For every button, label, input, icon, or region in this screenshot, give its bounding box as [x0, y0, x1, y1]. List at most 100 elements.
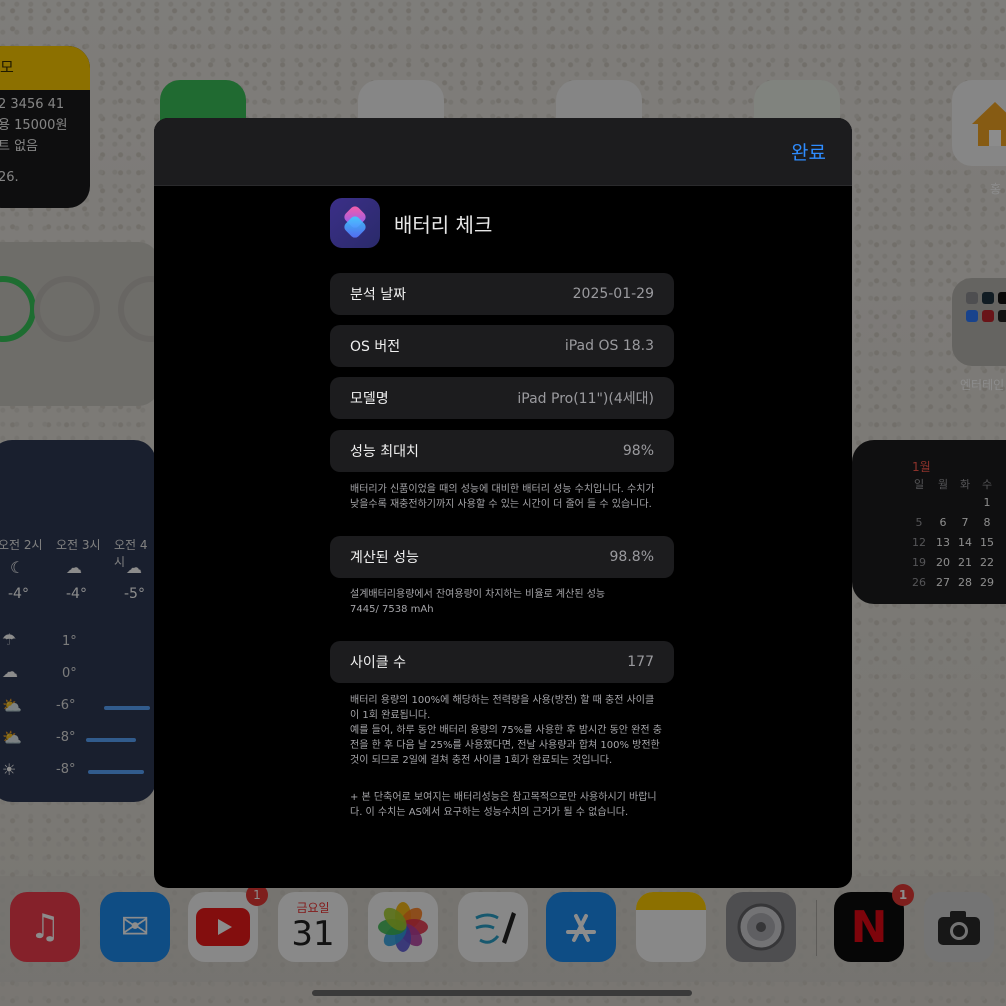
folder-label: 엔터테인	[960, 378, 1005, 392]
calendar-date: 6	[939, 516, 947, 529]
app-store-icon[interactable]	[546, 892, 616, 962]
camera-app-icon[interactable]	[924, 892, 994, 962]
notification-badge: 1	[892, 884, 914, 906]
settings-app-icon[interactable]	[726, 892, 796, 962]
calendar-weekday: 수	[981, 478, 993, 491]
calendar-date: 26	[912, 576, 926, 589]
mail-app-icon[interactable]: ✉	[100, 892, 170, 962]
row-key: 분석 날짜	[350, 287, 406, 303]
folder-app-mini	[966, 292, 978, 304]
photos-flower-icon	[378, 902, 428, 952]
music-app-icon[interactable]: ♫	[10, 892, 80, 962]
row-key: 성능 최대치	[350, 444, 419, 460]
weather-hour-temp: -5°	[124, 586, 145, 602]
folder-app-mini	[998, 310, 1006, 322]
weather-widget[interactable]: 오전 2시 오전 3시 오전 4시 ☾ ☁ ☁ -4° -4° -5° ☂ ☁ …	[0, 440, 156, 802]
row-value: 2025-01-29	[572, 286, 654, 302]
info-row-calculated-performance: 계산된 성능 98.8%	[330, 536, 674, 578]
calc-note-line: 설계배터리용량에서 잔여용량이 차지하는 비율로 계산된 성능	[350, 589, 606, 600]
calendar-date: 13	[936, 536, 950, 549]
photos-app-icon[interactable]	[368, 892, 438, 962]
weather-day-temp: 1°	[62, 634, 77, 649]
dock: ♫ ✉ 1 금요일 31 N 1	[0, 876, 1006, 982]
row-value: 98%	[622, 443, 654, 459]
row-value: 177	[627, 654, 654, 670]
calendar-date: 21	[958, 556, 972, 569]
weather-day-temp: -6°	[56, 698, 76, 713]
notes-widget[interactable]: 모 2 3456 41 용 15000원 트 없음 26.	[0, 46, 90, 208]
entertainment-folder[interactable]	[952, 278, 1006, 366]
weather-day-temp: -8°	[56, 762, 76, 777]
home-indicator[interactable]	[312, 990, 692, 996]
folder-app-mini	[982, 292, 994, 304]
camera-icon	[938, 911, 980, 945]
cycle-note-example: 예를 들어, 하루 동안 배터리 용량의 75%를 사용한 후 밤시간 동안 완…	[350, 725, 662, 766]
calendar-date: 28	[958, 576, 972, 589]
row-value: iPad OS 18.3	[564, 338, 654, 354]
disclaimer-note: + 본 단축어로 보여지는 배터리성능은 참고목적으로만 사용하시기 바랍니다.…	[350, 792, 657, 818]
weather-hour-temp: -4°	[8, 586, 29, 602]
sun-icon: ☀	[2, 760, 17, 779]
cycle-note-line: 배터리 용량의 100%에 해당하는 전력량을 사용(방전) 할 때 충전 사이…	[350, 695, 655, 721]
calendar-app-date: 31	[291, 913, 335, 954]
row-key: 사이클 수	[350, 655, 406, 671]
app-store-a-icon	[566, 914, 596, 942]
notes-line: 용 15000원	[0, 118, 68, 133]
calendar-date: 22	[980, 556, 994, 569]
shortcut-result-sheet: 완료 배터리 체크 분석 날짜 2025-01-29 OS 버전 iPad OS…	[154, 118, 852, 888]
row-key: 모델명	[350, 391, 389, 407]
battery-ring	[0, 276, 36, 342]
notes-line: 26.	[0, 170, 19, 185]
info-row-analysis-date: 분석 날짜 2025-01-29	[330, 273, 674, 315]
notes-app-header	[636, 892, 706, 910]
folder-app-mini	[966, 310, 978, 322]
netflix-logo: N	[850, 901, 888, 953]
shortcuts-app-icon	[330, 198, 380, 248]
freeform-app-icon[interactable]	[458, 892, 528, 962]
calendar-weekday: 화	[959, 478, 971, 491]
home-app-label: 홍	[990, 182, 1002, 196]
calendar-date: 5	[915, 516, 923, 529]
info-row-max-capacity: 성능 최대치 98%	[330, 430, 674, 472]
play-icon	[196, 908, 250, 946]
done-button[interactable]: 완료	[791, 138, 826, 165]
calendar-date: 12	[912, 536, 926, 549]
temp-range-bar	[88, 770, 144, 774]
batteries-widget[interactable]	[0, 242, 160, 406]
netflix-app-icon[interactable]: N 1	[834, 884, 914, 962]
calendar-date: 1	[983, 496, 991, 509]
calendar-weekday: 일	[913, 478, 925, 491]
weather-hour-label: 오전 2시	[0, 538, 43, 552]
weather-day-temp: 0°	[62, 666, 77, 681]
calendar-widget[interactable]: 1월 일 월 화 수 1 5 6 7 8 12 13 14 15 19 20 21 22 26 27 28 29	[852, 440, 1006, 604]
row-value: iPad Pro(11")(4세대)	[517, 391, 654, 407]
notes-line: 트 없음	[0, 139, 39, 154]
sheet-header: 완료	[154, 118, 852, 186]
info-row-os-version: OS 버전 iPad OS 18.3	[330, 325, 674, 367]
gear-icon	[737, 903, 785, 951]
calculated-performance-note: 설계배터리용량에서 잔여용량이 차지하는 비율로 계산된 성능 7445/ 75…	[350, 587, 662, 617]
weather-hour-label: 오전 3시	[56, 538, 101, 552]
calendar-month: 1월	[912, 460, 931, 474]
shortcut-title: 배터리 체크	[394, 212, 493, 237]
cycle-count-note: 배터리 용량의 100%에 해당하는 전력량을 사용(방전) 할 때 충전 사이…	[350, 693, 662, 768]
moon-cloud-icon: ☾	[10, 558, 25, 577]
home-app-icon[interactable]	[952, 80, 1006, 166]
calendar-date: 8	[983, 516, 991, 529]
calendar-app-icon[interactable]: 금요일 31	[278, 892, 348, 962]
youtube-app-icon[interactable]: 1	[188, 884, 268, 962]
shortcut-header: 배터리 체크	[330, 198, 492, 248]
notes-widget-header: 모	[0, 46, 90, 90]
shortcuts-layers-icon	[344, 206, 366, 238]
pen-scribble-icon	[475, 912, 516, 944]
calendar-date: 7	[961, 516, 969, 529]
calendar-weekday: 월	[937, 478, 949, 491]
notes-app-icon[interactable]	[636, 892, 706, 962]
folder-app-mini	[998, 292, 1006, 304]
calendar-date: 27	[936, 576, 950, 589]
notes-line: 2 3456 41	[0, 97, 65, 112]
house-icon	[972, 102, 1006, 146]
calendar-date: 29	[980, 576, 994, 589]
rain-cloud-icon: ☂	[2, 630, 17, 649]
calendar-app-day: 금요일	[296, 900, 330, 915]
